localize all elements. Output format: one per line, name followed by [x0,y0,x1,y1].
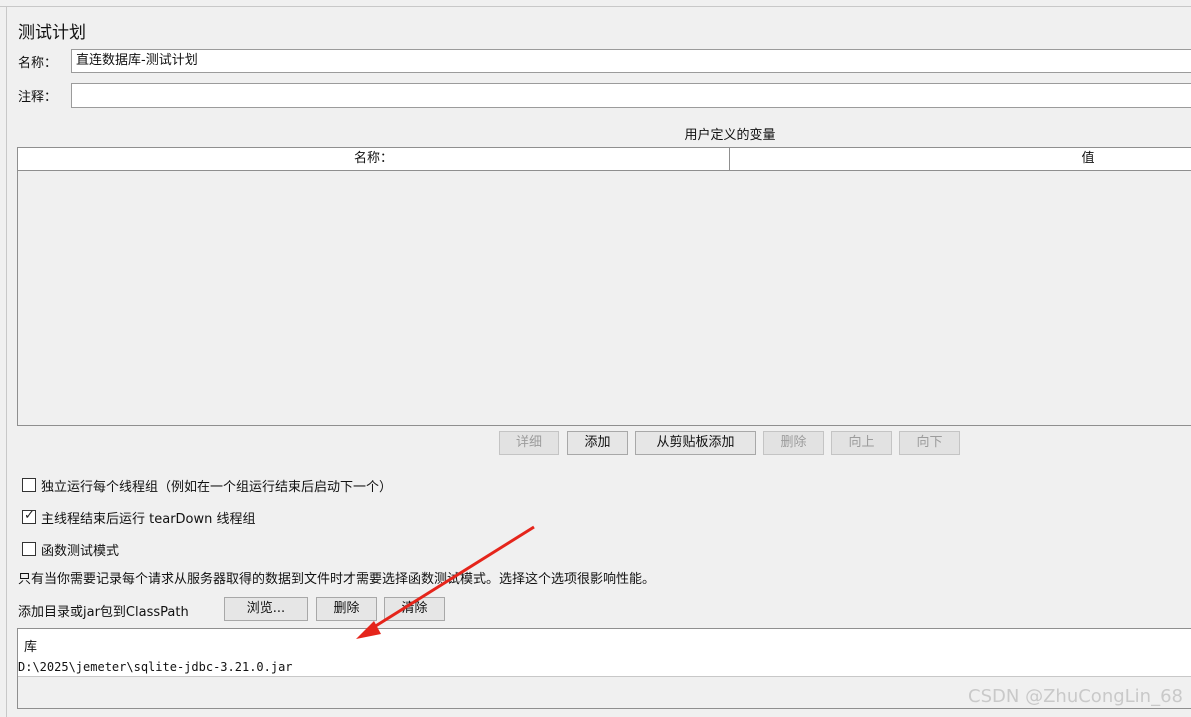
annotation-arrow [356,525,535,639]
arrow-shaft [365,525,535,634]
watermark: CSDN @ZhuCongLin_68 [968,686,1183,707]
